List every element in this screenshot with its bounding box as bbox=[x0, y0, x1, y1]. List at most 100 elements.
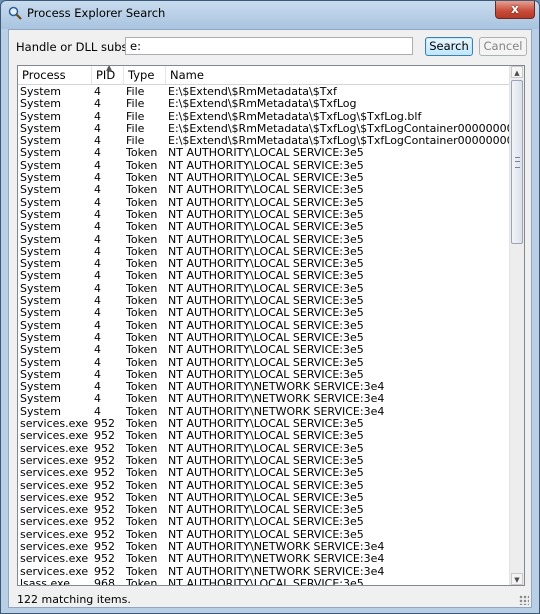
table-row[interactable]: System 4 Token NT AUTHORITY\LOCAL SERVICE:3… bbox=[18, 232, 511, 246]
table-row[interactable]: services.exe 952 Token NT AUTHORITY\LOCAL S… bbox=[18, 466, 511, 480]
cell-process: services.exe bbox=[20, 466, 89, 480]
dialog-body: Handle or DLL substring: e: Search Cance… bbox=[8, 29, 532, 608]
scroll-up-icon[interactable]: ▲ bbox=[511, 66, 523, 78]
column-label: Name bbox=[170, 68, 204, 82]
cell-type: Token bbox=[126, 183, 158, 197]
cell-name: NT AUTHORITY\LOCAL SERVICE:3e5 bbox=[168, 343, 364, 357]
cell-process: services.exe bbox=[20, 429, 89, 443]
cell-type: Token bbox=[126, 392, 158, 406]
cell-pid: 4 bbox=[94, 343, 101, 357]
cell-pid: 4 bbox=[94, 392, 101, 406]
table-row[interactable]: System 4 Token NT AUTHORITY\LOCAL SERVICE:3… bbox=[18, 306, 511, 320]
table-row[interactable]: System 4 Token NT AUTHORITY\LOCAL SERVICE:3… bbox=[18, 269, 511, 283]
table-row[interactable]: System 4 Token NT AUTHORITY\LOCAL SERVICE:3… bbox=[18, 355, 511, 369]
column-header-pid[interactable]: ▲ PID bbox=[92, 66, 124, 84]
column-label: Process bbox=[22, 68, 66, 82]
cell-name: NT AUTHORITY\LOCAL SERVICE:3e5 bbox=[168, 269, 364, 283]
table-row[interactable]: System 4 Token NT AUTHORITY\LOCAL SERVICE:3… bbox=[18, 183, 511, 197]
cell-type: Token bbox=[126, 269, 158, 283]
cell-type: Token bbox=[126, 232, 158, 246]
cell-process: System bbox=[20, 343, 62, 357]
search-window-icon bbox=[8, 6, 22, 20]
cell-name: NT AUTHORITY\NETWORK SERVICE:3e4 bbox=[168, 552, 385, 566]
table-row[interactable]: System 4 Token NT AUTHORITY\LOCAL SERVICE:3… bbox=[18, 220, 511, 234]
column-header-type[interactable]: Type bbox=[124, 66, 166, 84]
column-label: Type bbox=[128, 68, 155, 82]
column-header-name[interactable]: Name bbox=[166, 66, 511, 84]
list-header: Process ▲ PID Type Name bbox=[18, 66, 511, 85]
scroll-thumb[interactable] bbox=[511, 80, 523, 244]
cell-process: System bbox=[20, 269, 62, 283]
cell-name: NT AUTHORITY\LOCAL SERVICE:3e5 bbox=[168, 183, 364, 197]
cell-name: NT AUTHORITY\LOCAL SERVICE:3e5 bbox=[168, 515, 364, 529]
results-list[interactable]: Process ▲ PID Type Name System 4 File E:\$E… bbox=[17, 65, 525, 586]
table-row[interactable]: services.exe 952 Token NT AUTHORITY\LOCAL S… bbox=[18, 478, 511, 492]
cell-pid: 4 bbox=[94, 355, 101, 369]
scroll-down-icon[interactable]: ▼ bbox=[511, 573, 523, 585]
cell-pid: 4 bbox=[94, 97, 101, 111]
table-row[interactable]: System 4 File E:\$Extend\$RmMetadata\$TxfLo… bbox=[18, 97, 511, 111]
table-row[interactable]: System 4 Token NT AUTHORITY\NETWORK SERVICE… bbox=[18, 392, 511, 406]
cell-pid: 4 bbox=[94, 183, 101, 197]
cell-pid: 952 bbox=[94, 466, 115, 480]
cell-pid: 4 bbox=[94, 306, 101, 320]
cell-pid: 4 bbox=[94, 146, 101, 160]
cell-process: System bbox=[20, 392, 62, 406]
cell-process: System bbox=[20, 355, 62, 369]
cell-name: NT AUTHORITY\LOCAL SERVICE:3e5 bbox=[168, 429, 364, 443]
cell-type: Token bbox=[126, 576, 158, 586]
cell-process: System bbox=[20, 220, 62, 234]
cell-type: Token bbox=[126, 355, 158, 369]
cell-process: services.exe bbox=[20, 515, 89, 529]
cell-name: NT AUTHORITY\LOCAL SERVICE:3e5 bbox=[168, 146, 364, 160]
cell-type: Token bbox=[126, 552, 158, 566]
table-row[interactable]: System 4 Token NT AUTHORITY\LOCAL SERVICE:3… bbox=[18, 343, 511, 357]
table-row[interactable]: services.exe 952 Token NT AUTHORITY\LOCAL S… bbox=[18, 515, 511, 529]
cell-process: lsass.exe bbox=[20, 576, 70, 586]
cell-name: NT AUTHORITY\LOCAL SERVICE:3e5 bbox=[168, 466, 364, 480]
cell-type: Token bbox=[126, 220, 158, 234]
cell-name: NT AUTHORITY\LOCAL SERVICE:3e5 bbox=[168, 232, 364, 246]
window-title: Process Explorer Search bbox=[27, 6, 166, 20]
cell-pid: 4 bbox=[94, 220, 101, 234]
grip-icon bbox=[515, 157, 520, 168]
cell-name: NT AUTHORITY\NETWORK SERVICE:3e4 bbox=[168, 392, 385, 406]
cell-name: NT AUTHORITY\LOCAL SERVICE:3e5 bbox=[168, 355, 364, 369]
table-row[interactable]: services.exe 952 Token NT AUTHORITY\LOCAL S… bbox=[18, 429, 511, 443]
column-header-process[interactable]: Process bbox=[18, 66, 92, 84]
cell-name: E:\$Extend\$RmMetadata\$TxfLog bbox=[168, 97, 357, 111]
cell-type: Token bbox=[126, 146, 158, 160]
close-icon: x bbox=[511, 2, 519, 16]
cell-process: services.exe bbox=[20, 478, 89, 492]
table-row[interactable]: lsass.exe 968 Token NT AUTHORITY\LOCAL SERV… bbox=[18, 576, 511, 586]
substring-input[interactable]: e: bbox=[125, 37, 413, 55]
cell-name: NT AUTHORITY\LOCAL SERVICE:3e5 bbox=[168, 478, 364, 492]
cell-name: NT AUTHORITY\LOCAL SERVICE:3e5 bbox=[168, 306, 364, 320]
cell-process: System bbox=[20, 183, 62, 197]
table-row[interactable]: services.exe 952 Token NT AUTHORITY\NETWORK… bbox=[18, 552, 511, 566]
cell-pid: 952 bbox=[94, 478, 115, 492]
title-bar[interactable]: Process Explorer Search x bbox=[1, 1, 539, 27]
cancel-button[interactable]: Cancel bbox=[479, 37, 527, 56]
cell-process: System bbox=[20, 232, 62, 246]
cell-type: Token bbox=[126, 515, 158, 529]
cell-name: NT AUTHORITY\LOCAL SERVICE:3e5 bbox=[168, 220, 364, 234]
cell-process: System bbox=[20, 146, 62, 160]
cell-type: Token bbox=[126, 306, 158, 320]
cell-type: Token bbox=[126, 466, 158, 480]
cell-process: System bbox=[20, 306, 62, 320]
cell-type: File bbox=[126, 97, 145, 111]
cell-pid: 4 bbox=[94, 232, 101, 246]
cell-name: NT AUTHORITY\LOCAL SERVICE:3e5 bbox=[168, 576, 364, 586]
resize-grip-icon[interactable] bbox=[519, 595, 529, 605]
cell-type: Token bbox=[126, 429, 158, 443]
cell-pid: 952 bbox=[94, 429, 115, 443]
table-row[interactable]: System 4 Token NT AUTHORITY\LOCAL SERVICE:3… bbox=[18, 146, 511, 160]
cell-pid: 968 bbox=[94, 576, 115, 586]
close-button[interactable]: x bbox=[495, 1, 535, 19]
search-button[interactable]: Search bbox=[425, 37, 473, 56]
cell-type: Token bbox=[126, 343, 158, 357]
sort-ascending-icon: ▲ bbox=[106, 65, 113, 72]
cell-type: Token bbox=[126, 478, 158, 492]
vertical-scrollbar[interactable]: ▲ ▼ bbox=[509, 66, 524, 585]
